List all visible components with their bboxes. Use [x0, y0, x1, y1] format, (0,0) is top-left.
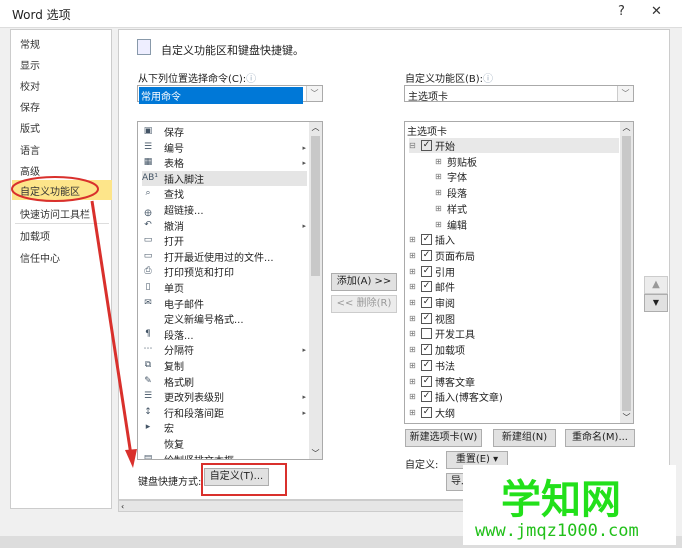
annotation-ellipse: [11, 176, 99, 202]
annotation-arrow: [90, 200, 133, 456]
watermark-title: 学知网: [501, 477, 621, 523]
watermark: 学知网 www.jmqz1000.com: [463, 465, 676, 545]
annotation-arrowhead: [125, 449, 137, 468]
watermark-url: www.jmqz1000.com: [475, 521, 639, 541]
